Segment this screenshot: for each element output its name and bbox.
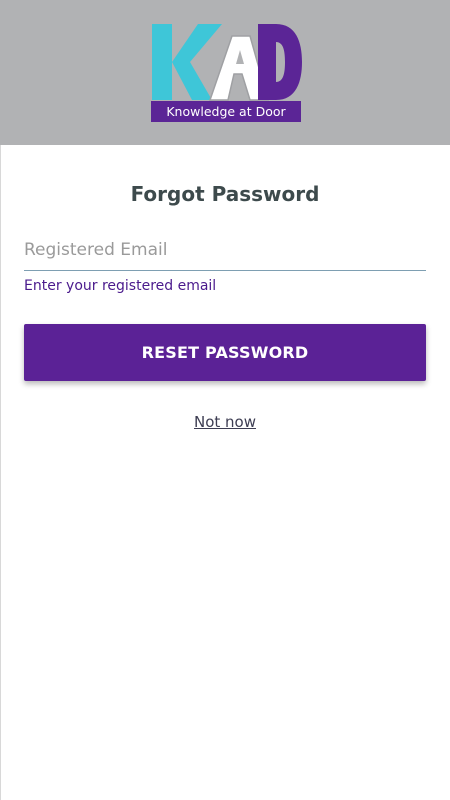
kad-logo: Knowledge at Door (150, 22, 304, 124)
page-title: Forgot Password (130, 182, 320, 206)
email-helper-text: Enter your registered email (24, 278, 217, 294)
email-field (24, 229, 426, 271)
not-now-container: Not now (0, 412, 450, 432)
logo-letter-k (152, 24, 222, 100)
logo-letter-d (258, 24, 302, 100)
reset-password-button[interactable]: RESET PASSWORD (24, 324, 426, 381)
logo-tagline: Knowledge at Door (151, 101, 301, 122)
header-banner: Knowledge at Door (0, 0, 450, 145)
kad-logo-letters (152, 24, 302, 101)
registered-email-input[interactable] (24, 235, 426, 265)
card-edge-divider (0, 145, 1, 800)
not-now-link[interactable]: Not now (194, 413, 256, 431)
